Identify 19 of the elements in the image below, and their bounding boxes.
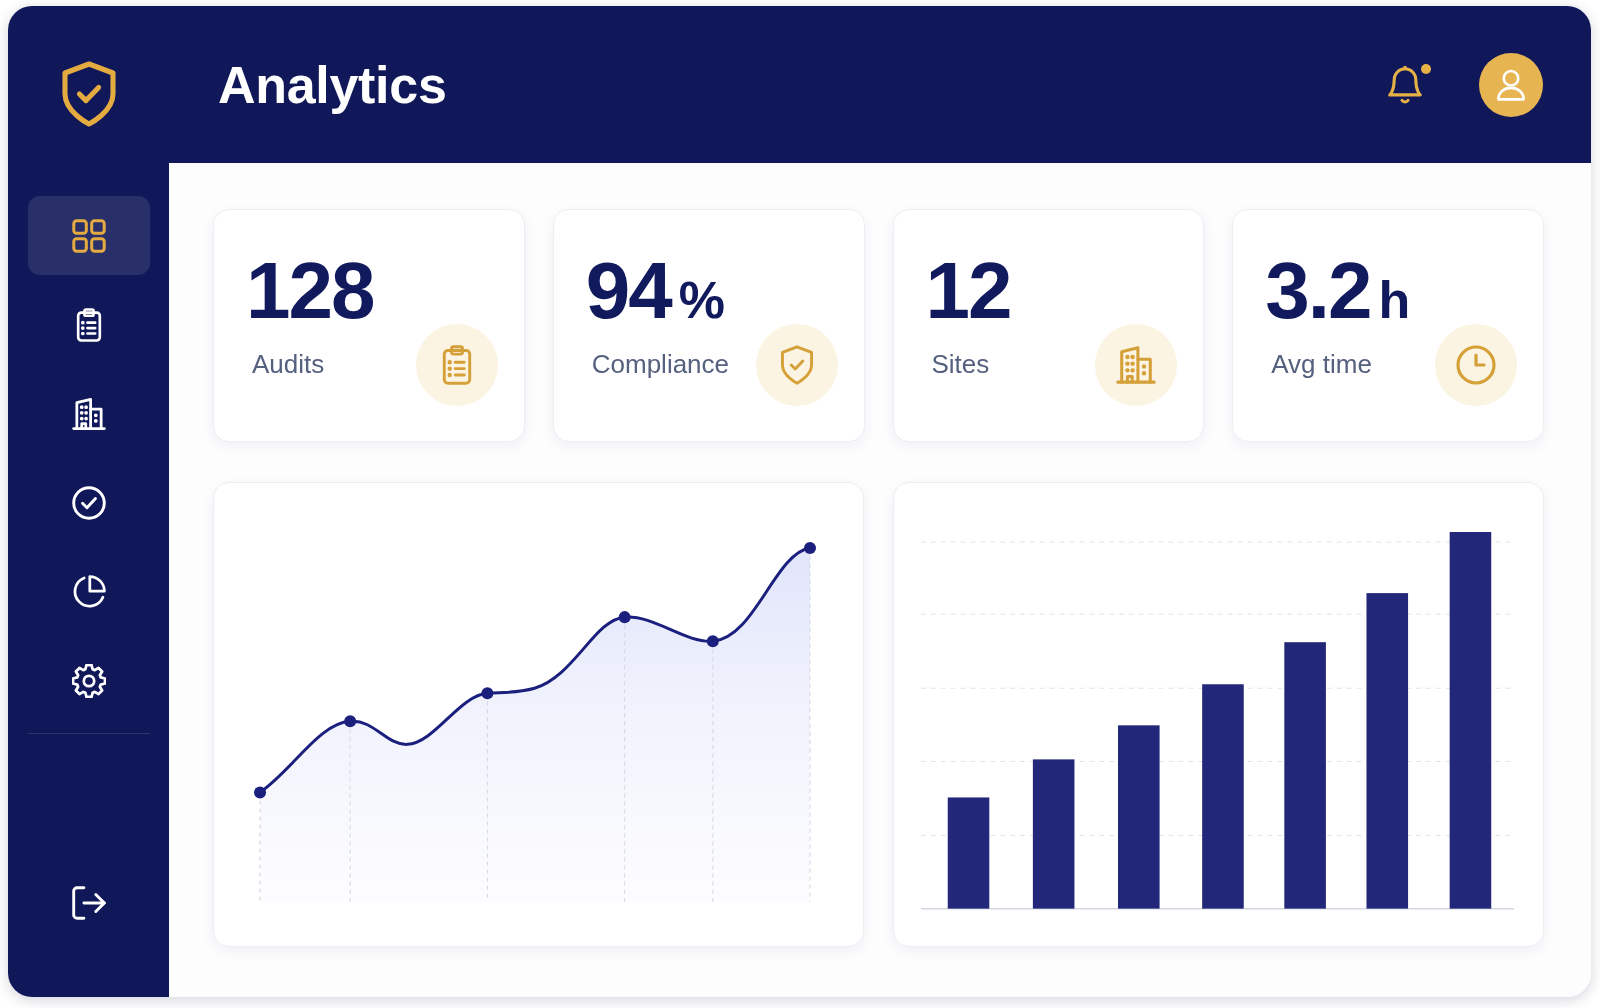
- stat-value: 3.2: [1265, 246, 1371, 335]
- check-circle-icon: [71, 485, 106, 520]
- nav-item[interactable]: [27, 196, 150, 275]
- bell-icon: [1387, 65, 1423, 104]
- stat-unit: h: [1378, 271, 1411, 329]
- grid-icon: [71, 218, 106, 253]
- user-icon: [1495, 68, 1527, 101]
- stat-value: 128: [246, 246, 374, 335]
- settings-icon: [71, 663, 106, 698]
- pie-chart-icon: [71, 574, 106, 609]
- stat-label: Compliance: [591, 349, 730, 381]
- stat-label: Sites: [931, 349, 990, 381]
- stat-label: Audits: [252, 349, 325, 381]
- logout-icon: [71, 885, 106, 920]
- stat-unit: %: [678, 271, 725, 329]
- stat-label: Avg time: [1271, 349, 1372, 381]
- stat-value: 94: [585, 246, 671, 335]
- buildings-icon: [71, 396, 106, 431]
- stat-value: 12: [925, 246, 1011, 335]
